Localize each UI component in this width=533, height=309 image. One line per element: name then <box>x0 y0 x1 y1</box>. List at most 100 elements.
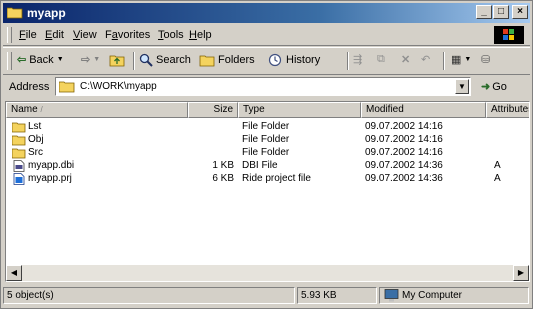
file-modified: 09.07.2002 14:36 <box>365 160 443 171</box>
chevron-down-icon: ▼ <box>464 56 472 63</box>
map-drive-icon: ⛁ <box>481 54 491 66</box>
horizontal-scrollbar[interactable]: ◀ ▶ <box>6 265 529 281</box>
status-object-count: 5 object(s) <box>3 287 295 304</box>
address-bar: Address C:\WORK\myapp ▼ ➜ Go <box>3 75 530 99</box>
toolbar-separator <box>133 52 135 70</box>
status-bar: 5 object(s) 5.93 KB My Computer <box>3 285 530 305</box>
windows-flag-icon <box>503 29 514 40</box>
back-label: Back <box>29 53 54 66</box>
toolbar-separator <box>347 52 349 70</box>
status-zone-label: My Computer <box>402 290 463 301</box>
file-row[interactable]: Src File Folder 09.07.2002 14:16 <box>6 147 529 160</box>
delete-button[interactable]: ✕ <box>401 53 410 66</box>
up-folder-button[interactable] <box>109 53 125 67</box>
move-to-button[interactable]: ⇶ <box>353 53 362 66</box>
menu-view[interactable]: View <box>73 29 97 41</box>
address-input[interactable]: C:\WORK\myapp ▼ <box>55 77 471 96</box>
file-name: Lst <box>28 121 42 132</box>
copy-to-button[interactable]: ⧉ <box>377 53 385 66</box>
explorer-window: myapp _ □ × File Edit View Favorites Too… <box>0 0 533 309</box>
menu-file[interactable]: File <box>19 29 37 41</box>
forward-button[interactable]: ⇨ ▼ <box>81 53 100 66</box>
toolbar-grip[interactable] <box>7 52 12 70</box>
file-modified: 09.07.2002 14:16 <box>365 147 443 158</box>
column-label: Name <box>11 104 38 115</box>
close-button[interactable]: × <box>512 5 528 19</box>
column-header-size[interactable]: Size <box>188 102 238 118</box>
chevron-down-icon: ▼ <box>56 56 64 63</box>
folder-icon <box>12 135 26 146</box>
address-label: Address <box>9 81 50 93</box>
file-name: myapp.prj <box>28 173 72 184</box>
folders-button[interactable]: Folders <box>199 53 255 67</box>
menubar-grip[interactable] <box>7 27 12 43</box>
file-row[interactable]: Obj File Folder 09.07.2002 14:16 <box>6 134 529 147</box>
window-title: myapp <box>27 6 66 20</box>
file-modified: 09.07.2002 14:16 <box>365 121 443 132</box>
back-arrow-icon: ⇦ <box>17 54 27 66</box>
file-name: Obj <box>28 134 44 145</box>
file-list: Name / Size Type Modified Attributes Lst… <box>5 101 530 282</box>
column-header-name[interactable]: Name / <box>6 102 188 118</box>
menu-bar: File Edit View Favorites Tools Help <box>3 25 530 46</box>
undo-button[interactable]: ↶ <box>421 53 430 66</box>
menu-help[interactable]: Help <box>189 29 212 41</box>
project-file-icon <box>13 173 25 185</box>
file-attributes: A <box>494 160 501 171</box>
views-icon: ▦ <box>451 54 462 66</box>
file-type: File Folder <box>242 134 290 145</box>
folder-icon <box>12 122 26 133</box>
map-drive-button[interactable]: ⛁ <box>481 53 490 66</box>
go-arrow-icon: ➜ <box>481 81 491 93</box>
scroll-left-button[interactable]: ◀ <box>6 265 22 281</box>
back-button[interactable]: ⇦ Back ▼ <box>17 53 64 67</box>
my-computer-icon <box>384 289 399 302</box>
file-name: Src <box>28 147 43 158</box>
address-dropdown-button[interactable]: ▼ <box>455 79 469 94</box>
history-label: History <box>286 54 321 66</box>
file-size: 6 KB <box>212 173 234 184</box>
maximize-button[interactable]: □ <box>493 5 509 19</box>
delete-icon: ✕ <box>401 54 411 66</box>
file-modified: 09.07.2002 14:16 <box>365 134 443 145</box>
file-row[interactable]: myapp.dbi 1 KB DBI File 09.07.2002 14:36 A <box>6 160 529 173</box>
column-header-type[interactable]: Type <box>238 102 361 118</box>
status-size: 5.93 KB <box>297 287 377 304</box>
address-value: C:\WORK\myapp <box>80 81 157 92</box>
folder-icon <box>59 81 75 93</box>
menu-favorites[interactable]: Favorites <box>105 29 150 41</box>
scroll-right-button[interactable]: ▶ <box>513 265 529 281</box>
go-button[interactable]: ➜ Go <box>481 80 507 94</box>
file-row[interactable]: Lst File Folder 09.07.2002 14:16 <box>6 121 529 134</box>
minimize-button[interactable]: _ <box>476 5 492 19</box>
sort-ascending-icon: / <box>40 105 43 114</box>
file-type: File Folder <box>242 147 290 158</box>
search-button[interactable]: Search <box>139 53 191 67</box>
column-header-attributes[interactable]: Attributes <box>486 102 529 118</box>
file-type: File Folder <box>242 121 290 132</box>
views-button[interactable]: ▦ ▼ <box>451 53 471 66</box>
status-zone: My Computer <box>379 287 529 304</box>
folders-label: Folders <box>218 54 255 66</box>
title-bar[interactable]: myapp _ □ × <box>3 3 530 23</box>
move-to-icon: ⇶ <box>353 54 363 66</box>
file-row[interactable]: myapp.prj 6 KB Ride project file 09.07.2002… <box>6 173 529 186</box>
forward-arrow-icon: ⇨ <box>81 54 91 66</box>
undo-icon: ↶ <box>421 54 431 66</box>
file-type: Ride project file <box>242 173 311 184</box>
file-attributes: A <box>494 173 501 184</box>
history-button[interactable]: History <box>267 53 320 67</box>
menu-edit[interactable]: Edit <box>45 29 64 41</box>
column-header-modified[interactable]: Modified <box>361 102 486 118</box>
file-icon <box>13 160 25 172</box>
search-label: Search <box>156 54 191 66</box>
file-modified: 09.07.2002 14:36 <box>365 173 443 184</box>
folders-icon <box>199 55 215 67</box>
file-name: myapp.dbi <box>28 160 75 171</box>
menu-tools[interactable]: Tools <box>158 29 184 41</box>
folder-icon <box>12 148 26 159</box>
file-size: 1 KB <box>212 160 234 171</box>
up-folder-icon <box>109 55 125 67</box>
copy-to-icon: ⧉ <box>377 53 385 65</box>
windows-logo <box>494 26 524 44</box>
